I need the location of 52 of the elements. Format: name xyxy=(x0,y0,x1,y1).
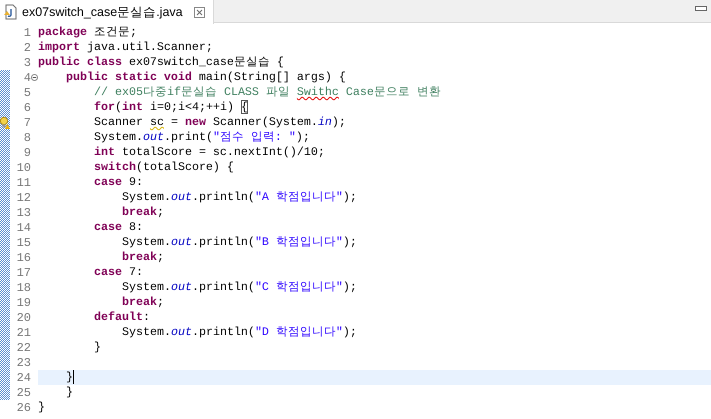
code-line: switch(totalScore) { xyxy=(94,160,234,175)
code-line: case 8: xyxy=(94,220,143,235)
code-line: import java.util.Scanner; xyxy=(38,40,213,55)
line-number: 17 xyxy=(16,266,31,280)
code-line: public static void main(String[] args) { xyxy=(66,70,346,85)
line-number: 2 xyxy=(22,40,31,54)
code-line: System.out.println("D 학점입니다"); xyxy=(122,325,357,340)
line-number: 13 xyxy=(16,206,31,220)
line-number: 14 xyxy=(16,220,31,234)
line-number: 11 xyxy=(16,176,31,190)
line-number: 18 xyxy=(16,280,31,294)
code-line: } xyxy=(66,370,73,385)
code-line: System.out.print("점수 입력: "); xyxy=(94,130,310,145)
line-number: 22 xyxy=(16,340,31,354)
line-number: 7 xyxy=(22,116,31,130)
line-number: 4 xyxy=(22,70,31,84)
code-line: default: xyxy=(94,310,150,325)
code-line: System.out.println("C 학점입니다"); xyxy=(122,280,357,295)
line-number: 23 xyxy=(16,356,31,370)
line-number: 10 xyxy=(16,160,31,174)
line-number: 20 xyxy=(16,310,31,324)
code-line: // ex05다중if문실습 CLASS 파일 Swithc Case문으로 변환 xyxy=(94,85,441,100)
code-line: } xyxy=(38,400,45,415)
line-number: 19 xyxy=(16,296,31,310)
editor-tab[interactable]: ex07switch_case문실습.java xyxy=(0,0,214,24)
line-number: 3 xyxy=(22,56,31,70)
line-number: 24 xyxy=(16,370,31,384)
line-number: 25 xyxy=(16,386,31,400)
line-number: 5 xyxy=(22,86,31,100)
code-line: break; xyxy=(122,205,164,220)
code-line: for(int i=0;i<4;++i) { xyxy=(94,100,248,115)
line-number: 8 xyxy=(22,130,31,144)
code-line: break; xyxy=(122,250,164,265)
line-number: 26 xyxy=(16,400,31,414)
code-line: } xyxy=(66,385,73,400)
line-number: 12 xyxy=(16,190,31,204)
code-line: case 9: xyxy=(94,175,143,190)
code-line: package 조건문; xyxy=(38,25,137,40)
line-number: 21 xyxy=(16,326,31,340)
code-line: case 7: xyxy=(94,265,143,280)
code-line: public class ex07switch_case문실습 { xyxy=(38,55,284,70)
code-line: break; xyxy=(122,295,164,310)
code-line: System.out.println("B 학점입니다"); xyxy=(122,235,357,250)
line-number: 1 xyxy=(22,26,31,40)
line-number: 16 xyxy=(16,250,31,264)
line-number: 6 xyxy=(22,100,31,114)
code-line: System.out.println("A 학점입니다"); xyxy=(122,190,357,205)
code-line: } xyxy=(94,340,101,355)
line-number: 9 xyxy=(22,146,31,160)
code-line: int totalScore = sc.nextInt()/10; xyxy=(94,145,325,160)
code-line: Scanner sc = new Scanner(System.in); xyxy=(94,115,346,130)
line-number: 15 xyxy=(16,236,31,250)
